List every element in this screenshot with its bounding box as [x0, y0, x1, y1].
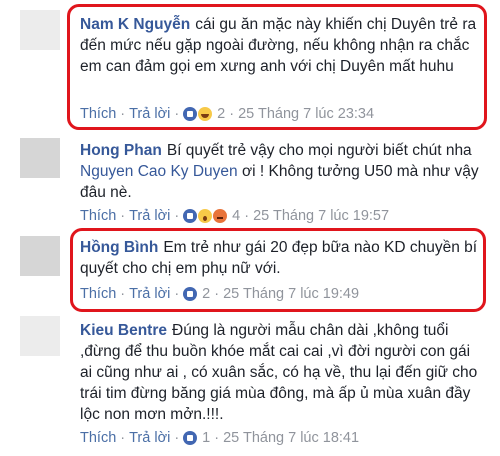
- comment-actions: Thích · Trả lời · 4 · 25 Tháng 7 lúc 19:…: [80, 208, 390, 224]
- reply-button[interactable]: Trả lời: [129, 430, 170, 446]
- reaction-summary[interactable]: [183, 208, 228, 224]
- comment-actions: Thích · Trả lời · 1 · 25 Tháng 7 lúc 18:…: [80, 430, 360, 446]
- like-icon: [183, 431, 198, 446]
- comment-text: Kieu Bentre Đúng là người mẫu chân dài ,k…: [80, 320, 486, 425]
- reaction-summary[interactable]: [183, 430, 198, 446]
- avatar[interactable]: [20, 138, 60, 178]
- author-name[interactable]: Hong Phan: [80, 142, 162, 159]
- highlight-box: [70, 228, 486, 312]
- highlight-box: [67, 4, 487, 130]
- timestamp[interactable]: 25 Tháng 7 lúc 18:41: [223, 430, 359, 446]
- angry-icon: [213, 209, 228, 224]
- reaction-count[interactable]: 4: [232, 208, 240, 224]
- like-icon: [183, 209, 198, 224]
- timestamp[interactable]: 25 Tháng 7 lúc 19:57: [253, 208, 389, 224]
- like-button[interactable]: Thích: [80, 430, 116, 446]
- mention-link[interactable]: Nguyen Cao Ky Duyen: [80, 163, 238, 180]
- reply-button[interactable]: Trả lời: [129, 208, 170, 224]
- avatar[interactable]: [20, 316, 60, 356]
- avatar[interactable]: [20, 10, 60, 50]
- avatar[interactable]: [20, 236, 60, 276]
- author-name[interactable]: Kieu Bentre: [80, 322, 167, 339]
- reaction-count[interactable]: 1: [202, 430, 210, 446]
- comment-text: Hong Phan Bí quyết trẻ vậy cho mọi người …: [80, 140, 486, 203]
- like-button[interactable]: Thích: [80, 208, 116, 224]
- comment-body: Bí quyết trẻ vậy cho mọi người biết chút…: [166, 142, 472, 159]
- wow-icon: [198, 209, 213, 224]
